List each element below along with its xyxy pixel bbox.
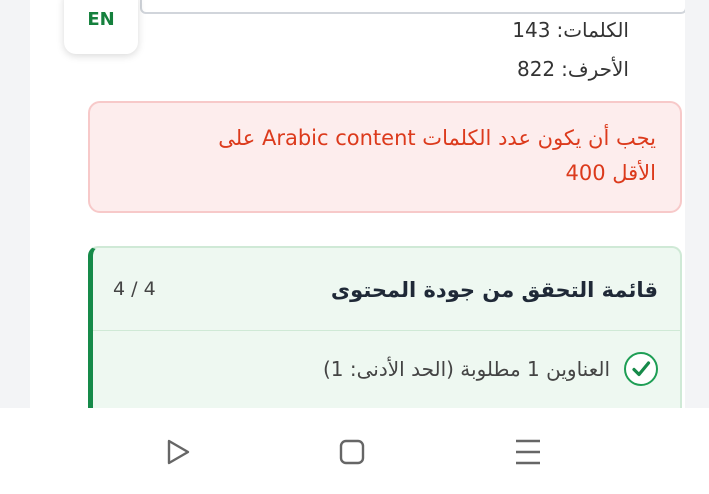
checklist-header[interactable]: قائمة التحقق من جودة المحتوى 4 / 4: [93, 248, 680, 331]
char-count: الأحرف:822: [517, 57, 629, 81]
word-count-label: الكلمات:: [556, 18, 629, 42]
char-count-value: 822: [516, 57, 556, 81]
checklist-title: قائمة التحقق من جودة المحتوى: [330, 278, 658, 302]
system-navigation-bar: [0, 408, 709, 494]
checklist-item: العناوين 1 مطلوبة (الحد الأدنى: 1): [323, 352, 658, 386]
content-textarea[interactable]: [140, 0, 685, 14]
menu-icon[interactable]: [512, 436, 544, 468]
checklist-item-label: العناوين 1 مطلوبة (الحد الأدنى: 1): [322, 357, 610, 381]
char-count-label: الأحرف:: [561, 57, 629, 81]
play-icon[interactable]: [162, 436, 194, 468]
quality-checklist: قائمة التحقق من جودة المحتوى 4 / 4 العنا…: [88, 246, 682, 410]
word-count: الكلمات:143: [512, 18, 629, 42]
error-text-line2: الأقل 400: [565, 161, 656, 185]
checkmark-icon: [624, 352, 658, 386]
square-icon[interactable]: [336, 436, 368, 468]
error-text-line1: يجب أن يكون عدد الكلمات Arabic content ع…: [218, 126, 656, 150]
language-toggle-label: EN: [87, 8, 115, 30]
word-count-value: 143: [512, 18, 551, 42]
checklist-count: 4 / 4: [113, 278, 156, 300]
content-card: EN الكلمات:143 الأحرف:822 يجب أن يكون عد…: [30, 0, 685, 410]
word-count-error-alert: يجب أن يكون عدد الكلمات Arabic content ع…: [88, 101, 682, 213]
language-toggle-button[interactable]: EN: [64, 0, 138, 54]
